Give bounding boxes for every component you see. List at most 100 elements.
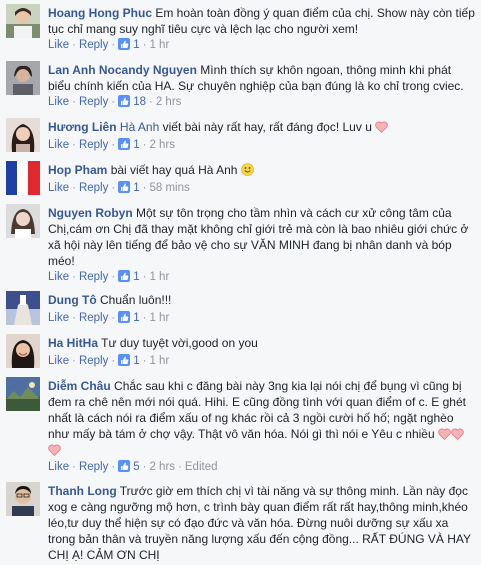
like-link[interactable]: Like [48, 39, 69, 51]
thumbs-up-icon [118, 138, 131, 150]
photo-avatar-icon [6, 61, 40, 95]
separator: · [142, 139, 147, 151]
avatar[interactable] [6, 161, 40, 195]
comment-text: Tư duy tuyệt vời,good on you [101, 336, 258, 350]
like-count[interactable]: 18 [118, 95, 146, 108]
timestamp[interactable]: 2 hrs [156, 96, 182, 108]
author-name[interactable]: Thanh Long [48, 484, 117, 498]
like-count-value: 1 [133, 355, 140, 367]
thumbs-up-icon [118, 460, 131, 472]
avatar[interactable] [6, 334, 40, 368]
comment-body: Ha HitHa Tư duy tuyệt vời,good on you [48, 335, 475, 351]
like-count-value: 1 [133, 39, 140, 51]
separator: · [142, 355, 147, 367]
timestamp[interactable]: 58 mins [149, 182, 189, 194]
like-link[interactable]: Like [48, 182, 69, 194]
comment-body: Thanh Long Trước giờ em thích chị vì tài… [48, 483, 475, 563]
edited-label[interactable]: Edited [185, 461, 218, 473]
comment: Ha HitHa Tư duy tuyệt vời,good on you Li… [0, 330, 481, 373]
separator: · [72, 271, 76, 283]
author-name[interactable]: Hop Pham [48, 163, 107, 177]
separator: · [111, 139, 116, 151]
avatar[interactable] [6, 61, 40, 95]
separator: · [111, 96, 116, 108]
like-link[interactable]: Like [48, 271, 69, 283]
comment-text: bài viết hay quá Hà Anh [110, 163, 238, 177]
author-name[interactable]: Dung Tô [48, 293, 97, 307]
comment: Thanh Long Trước giờ em thích chị vì tài… [0, 478, 481, 565]
thumbs-up-icon [118, 311, 131, 323]
timestamp[interactable]: 1 hr [149, 355, 169, 367]
avatar[interactable] [6, 482, 40, 516]
like-count[interactable]: 1 [118, 270, 140, 283]
timestamp[interactable]: 1 hr [149, 39, 169, 51]
tagged-user[interactable]: Hà Anh [120, 120, 159, 134]
avatar[interactable] [6, 204, 40, 238]
like-count-value: 1 [133, 312, 140, 324]
thumbs-up-icon [118, 38, 131, 50]
photo-avatar-icon [6, 118, 40, 152]
comment: Dung Tô Chuẩn luôn!!! Like · Reply · 1 · 1 hr [0, 287, 481, 330]
french-flag-avatar-icon [6, 161, 40, 195]
comment-actions: Like · Reply · 1 · 1 hr [48, 270, 169, 284]
photo-avatar-icon [6, 204, 40, 238]
comment-actions: Like · Reply · 1 · 58 mins [48, 181, 190, 195]
comment-body: Nguyen Robyn Một sự tôn trọng cho tầm nh… [48, 205, 475, 269]
reply-link[interactable]: Reply [79, 182, 108, 194]
comment: Diễm Châu Chắc sau khi c đăng bài này 3n… [0, 373, 481, 478]
like-link[interactable]: Like [48, 139, 69, 151]
like-count[interactable]: 1 [118, 38, 140, 51]
like-link[interactable]: Like [48, 312, 69, 324]
author-name[interactable]: Ha HitHa [48, 336, 98, 350]
separator: · [72, 139, 76, 151]
separator: · [111, 461, 116, 473]
separator: · [178, 461, 182, 473]
comment-text: Chuẩn luôn!!! [100, 293, 172, 307]
author-name[interactable]: Hương Liên [48, 120, 117, 134]
reply-link[interactable]: Reply [79, 355, 108, 367]
comment-body: Hop Pham bài viết hay quá Hà Anh [48, 162, 475, 178]
reply-link[interactable]: Reply [79, 139, 108, 151]
comment-text: viết bài này rất hay, rất đáng đọc! Luv … [162, 120, 372, 134]
separator: · [111, 182, 116, 194]
author-name[interactable]: Hoang Hong Phuc [48, 6, 152, 20]
timestamp[interactable]: 2 hrs [149, 139, 175, 151]
like-link[interactable]: Like [48, 461, 69, 473]
reply-link[interactable]: Reply [79, 461, 108, 473]
reply-link[interactable]: Reply [79, 39, 108, 51]
separator: · [72, 312, 76, 324]
reply-link[interactable]: Reply [79, 271, 108, 283]
like-link[interactable]: Like [48, 355, 69, 367]
like-count[interactable]: 1 [118, 181, 140, 194]
timestamp[interactable]: 1 hr [149, 312, 169, 324]
avatar[interactable] [6, 377, 40, 411]
author-name[interactable]: Nguyen Robyn [48, 206, 133, 220]
comment-actions: Like · Reply · 1 · 1 hr [48, 38, 169, 52]
separator: · [142, 271, 147, 283]
like-count[interactable]: 5 [118, 460, 140, 473]
comment-body: Lan Anh Nocandy Nguyen Mình thích sự khô… [48, 62, 475, 94]
author-name[interactable]: Diễm Châu [48, 379, 111, 393]
separator: · [72, 39, 76, 51]
like-count[interactable]: 1 [118, 138, 140, 151]
separator: · [72, 355, 76, 367]
like-count[interactable]: 1 [118, 354, 140, 367]
comment-actions: Like · Reply · 1 · 1 hr [48, 354, 169, 368]
comment-body: Hoang Hong Phuc Em hoàn toàn đồng ý quan… [48, 5, 475, 37]
avatar[interactable] [6, 4, 40, 38]
separator: · [111, 312, 116, 324]
like-count[interactable]: 1 [118, 311, 140, 324]
photo-avatar-icon [6, 482, 40, 516]
timestamp[interactable]: 2 hrs [149, 461, 175, 473]
avatar[interactable] [6, 118, 40, 152]
avatar[interactable] [6, 291, 40, 325]
reply-link[interactable]: Reply [79, 312, 108, 324]
timestamp[interactable]: 1 hr [149, 271, 169, 283]
thumbs-up-icon [118, 270, 131, 282]
like-count-value: 1 [133, 139, 140, 151]
separator: · [142, 461, 147, 473]
comment-text: Chắc sau khi c đăng bài này 3ng kia lại … [48, 379, 466, 441]
like-link[interactable]: Like [48, 96, 69, 108]
author-name[interactable]: Lan Anh Nocandy Nguyen [48, 63, 197, 77]
reply-link[interactable]: Reply [79, 96, 108, 108]
